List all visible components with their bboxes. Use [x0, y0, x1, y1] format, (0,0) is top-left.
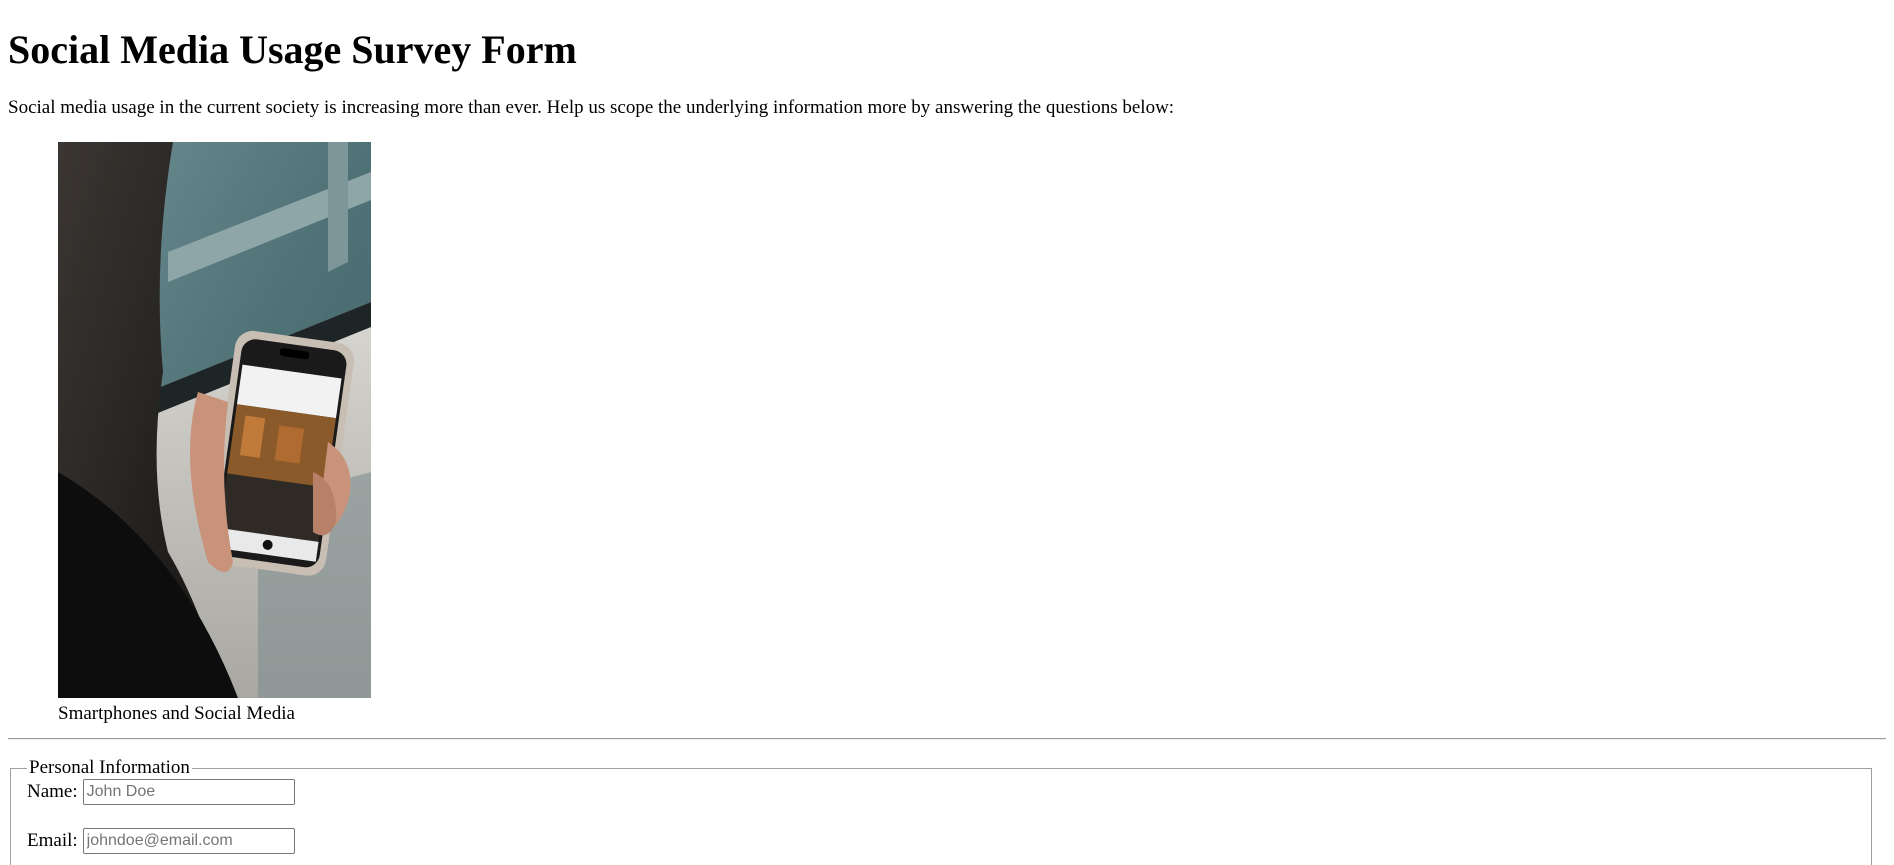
hero-figure: Smartphones and Social Media [58, 142, 371, 724]
email-input[interactable] [82, 828, 295, 854]
email-label: Email: [27, 830, 78, 851]
email-row: Email: [27, 827, 1855, 855]
survey-page: Social Media Usage Survey Form Social me… [0, 0, 1894, 865]
section-divider [8, 738, 1886, 740]
smartphone-photo [58, 142, 371, 698]
name-input[interactable] [82, 779, 295, 805]
intro-text: Social media usage in the current societ… [8, 97, 1175, 118]
personal-information-fieldset: Personal Information Name: Email: [10, 758, 1872, 865]
personal-information-legend: Personal Information [29, 757, 190, 778]
name-label: Name: [27, 781, 78, 802]
figure-caption: Smartphones and Social Media [58, 703, 295, 724]
name-row: Name: [27, 778, 1855, 806]
